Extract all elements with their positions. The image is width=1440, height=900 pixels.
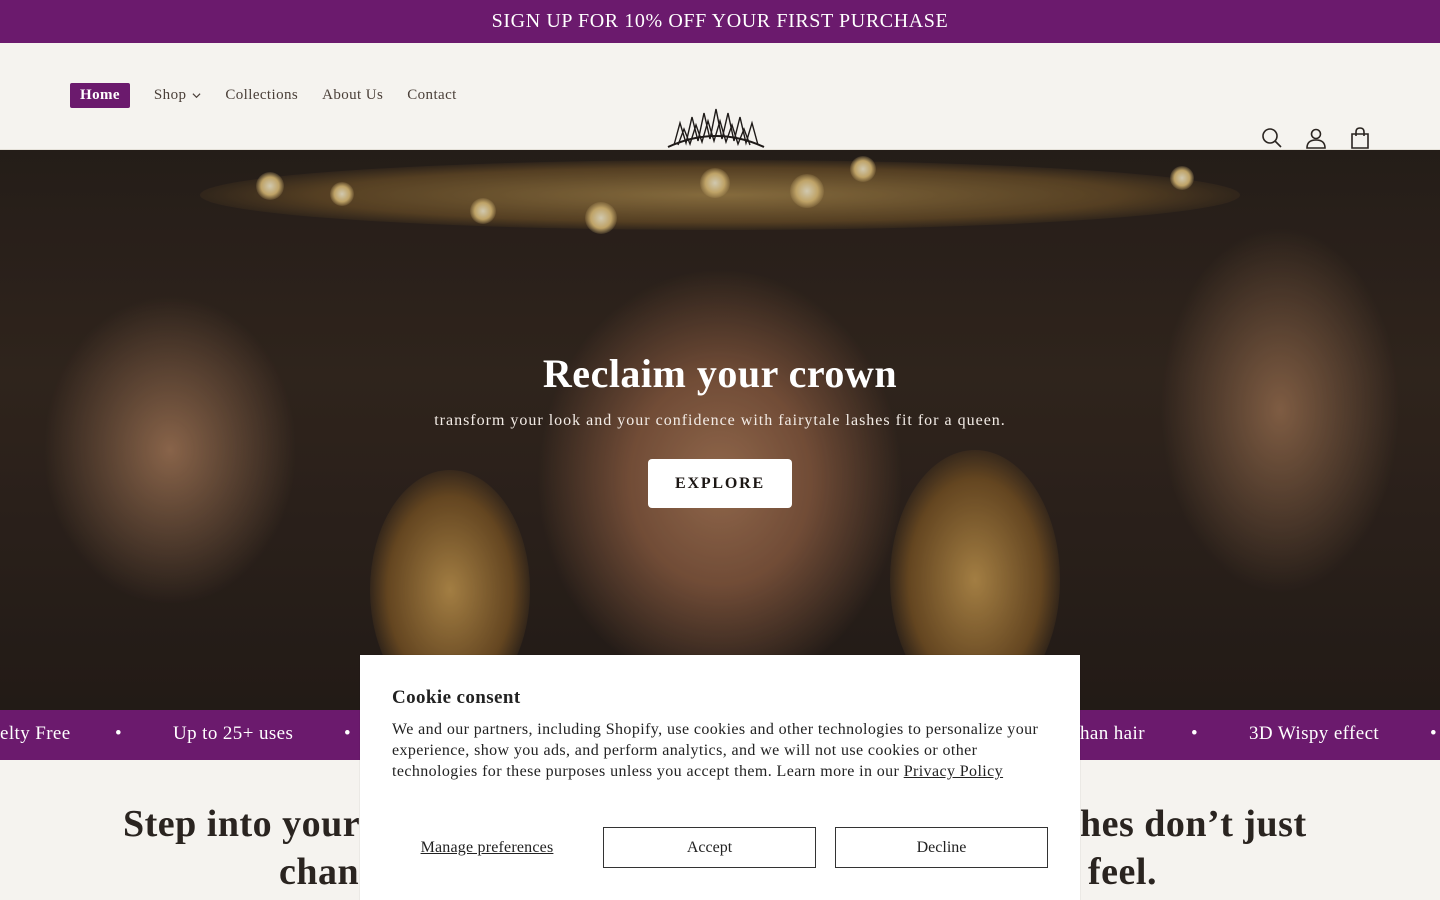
hero-title: Reclaim your crown — [542, 351, 898, 396]
nav-home[interactable]: Home — [70, 83, 130, 108]
marquee-item: Up to 25+ uses — [173, 723, 294, 744]
hero-banner: Reclaim your crown transform your look a… — [0, 150, 1440, 710]
marquee-bullet: • — [115, 723, 123, 744]
manage-preferences-link[interactable]: Manage preferences — [392, 839, 582, 857]
marquee-bullet: • — [1430, 723, 1438, 744]
cookie-consent-dialog: Cookie consent We and our partners, incl… — [360, 655, 1080, 900]
announcement-bar: SIGN UP FOR 10% OFF YOUR FIRST PURCHASE — [0, 0, 1440, 43]
hero-subtitle: transform your look and your confidence … — [434, 412, 1006, 429]
marquee-bullet: • — [1191, 723, 1199, 744]
privacy-policy-link[interactable]: Privacy Policy — [904, 763, 1003, 780]
marquee-item: 3D Wispy effect — [1249, 723, 1380, 744]
cart-icon[interactable] — [1348, 126, 1372, 150]
nav-about[interactable]: About Us — [322, 87, 383, 104]
tagline-line2-right: feel. — [1088, 851, 1157, 893]
decline-button[interactable]: Decline — [835, 827, 1048, 868]
account-icon[interactable] — [1304, 126, 1328, 150]
site-header: Home Shop Collections About Us Contact L… — [0, 43, 1440, 171]
marquee-bullet: • — [344, 723, 352, 744]
nav-shop[interactable]: Shop — [154, 87, 201, 104]
accept-button[interactable]: Accept — [603, 827, 816, 868]
hero-overlay — [0, 150, 1440, 710]
cookie-actions: Manage preferences Accept Decline — [392, 827, 1048, 868]
main-nav: Home Shop Collections About Us Contact — [70, 83, 481, 108]
tagline-line1-right: hes don’t just — [1080, 803, 1307, 845]
explore-button[interactable]: EXPLORE — [648, 459, 792, 508]
header-icons — [1260, 126, 1372, 150]
chevron-down-icon — [192, 93, 201, 99]
search-icon[interactable] — [1260, 126, 1284, 150]
marquee-item: han hair — [1080, 723, 1145, 744]
marquee-item: elty Free — [0, 723, 71, 744]
nav-shop-label: Shop — [153, 87, 187, 103]
nav-contact[interactable]: Contact — [407, 87, 456, 104]
nav-collections[interactable]: Collections — [225, 87, 298, 104]
announcement-text: SIGN UP FOR 10% OFF YOUR FIRST PURCHASE — [491, 10, 949, 32]
cookie-title: Cookie consent — [392, 687, 521, 708]
cookie-body: We and our partners, including Shopify, … — [392, 719, 1042, 782]
tagline-line2-left: chan — [279, 851, 360, 893]
tagline-line1-left: Step into your — [123, 803, 361, 845]
